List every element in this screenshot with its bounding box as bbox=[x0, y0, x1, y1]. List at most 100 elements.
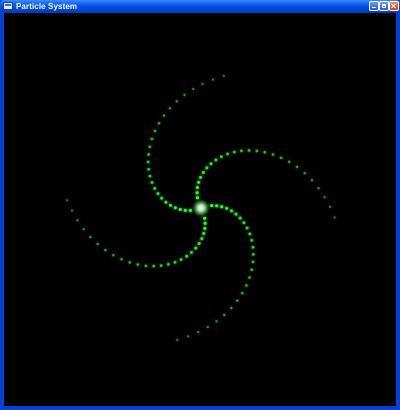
particle bbox=[183, 208, 187, 212]
particle bbox=[209, 162, 213, 166]
window-title: Particle System bbox=[16, 2, 78, 11]
title-bar[interactable]: Particle System bbox=[0, 0, 400, 13]
particle bbox=[255, 149, 259, 153]
particle bbox=[194, 246, 198, 250]
particle bbox=[235, 299, 239, 302]
close-icon bbox=[390, 2, 398, 10]
particle bbox=[159, 264, 163, 267]
particle bbox=[168, 107, 172, 110]
particle bbox=[173, 206, 177, 210]
particle-core bbox=[192, 199, 210, 217]
particle bbox=[333, 216, 336, 219]
particle bbox=[241, 291, 244, 295]
particle bbox=[195, 196, 200, 200]
particle bbox=[82, 227, 85, 231]
particle bbox=[148, 145, 152, 149]
particle bbox=[223, 313, 226, 317]
particle bbox=[205, 166, 209, 170]
particle bbox=[310, 179, 314, 182]
particle bbox=[179, 258, 183, 261]
particle bbox=[215, 204, 219, 208]
particle bbox=[104, 248, 107, 252]
particle bbox=[248, 276, 251, 279]
particle bbox=[323, 195, 326, 199]
particle bbox=[203, 216, 207, 220]
particle bbox=[128, 261, 131, 264]
particle bbox=[201, 171, 205, 174]
particle bbox=[144, 264, 148, 268]
minimize-button[interactable] bbox=[369, 1, 379, 11]
particle bbox=[211, 78, 215, 81]
particle bbox=[203, 226, 207, 230]
particle bbox=[219, 155, 223, 159]
particle bbox=[147, 153, 150, 156]
particle bbox=[195, 191, 199, 195]
particle bbox=[169, 203, 172, 207]
particle bbox=[263, 150, 267, 154]
particle bbox=[183, 93, 186, 97]
particle bbox=[234, 212, 238, 216]
particle bbox=[167, 262, 170, 266]
particle bbox=[232, 150, 236, 154]
particle bbox=[214, 158, 218, 162]
particle bbox=[150, 181, 154, 184]
particle bbox=[250, 238, 254, 242]
particle bbox=[238, 216, 242, 220]
particle bbox=[226, 152, 229, 156]
particle bbox=[203, 221, 207, 225]
particle bbox=[156, 192, 160, 196]
maximize-icon bbox=[382, 4, 386, 8]
particle bbox=[190, 250, 193, 254]
particle bbox=[76, 219, 79, 222]
particle bbox=[136, 263, 140, 266]
particle bbox=[120, 257, 123, 261]
particle bbox=[164, 200, 168, 204]
particle bbox=[197, 180, 201, 184]
maximize-button[interactable] bbox=[379, 1, 389, 11]
particle bbox=[225, 206, 229, 210]
particle bbox=[152, 264, 156, 268]
application-window-icon[interactable] bbox=[3, 2, 13, 10]
particle bbox=[89, 235, 92, 239]
particle bbox=[215, 320, 218, 323]
particle bbox=[206, 325, 209, 329]
minimize-icon bbox=[372, 7, 376, 8]
particle bbox=[197, 242, 201, 245]
particle bbox=[230, 209, 233, 213]
particle bbox=[248, 232, 252, 236]
particle bbox=[210, 204, 214, 208]
particle bbox=[201, 82, 204, 86]
particle bbox=[175, 100, 178, 103]
particle bbox=[222, 74, 225, 77]
particle bbox=[200, 237, 204, 241]
particle bbox=[186, 335, 190, 338]
particle bbox=[157, 121, 161, 125]
particle bbox=[70, 209, 74, 212]
particle bbox=[220, 205, 224, 209]
particle bbox=[250, 268, 254, 272]
particle bbox=[199, 175, 202, 179]
particle bbox=[160, 196, 164, 200]
particle bbox=[202, 231, 206, 236]
particle bbox=[178, 207, 182, 212]
particle bbox=[146, 160, 150, 164]
render-viewport[interactable] bbox=[4, 13, 396, 406]
particle bbox=[317, 187, 320, 190]
particle bbox=[303, 172, 306, 175]
particle bbox=[240, 149, 243, 153]
particle bbox=[176, 338, 179, 341]
close-button[interactable] bbox=[389, 1, 399, 11]
particle bbox=[153, 186, 157, 190]
particle bbox=[173, 260, 177, 264]
particle bbox=[162, 114, 166, 117]
particle bbox=[245, 226, 249, 230]
particle bbox=[192, 87, 195, 91]
particle bbox=[150, 137, 154, 141]
particle bbox=[66, 199, 69, 202]
particle bbox=[242, 221, 246, 225]
particle bbox=[112, 253, 115, 257]
particle bbox=[279, 156, 283, 159]
particle bbox=[197, 330, 200, 334]
particle bbox=[251, 260, 255, 264]
particle bbox=[230, 306, 233, 310]
